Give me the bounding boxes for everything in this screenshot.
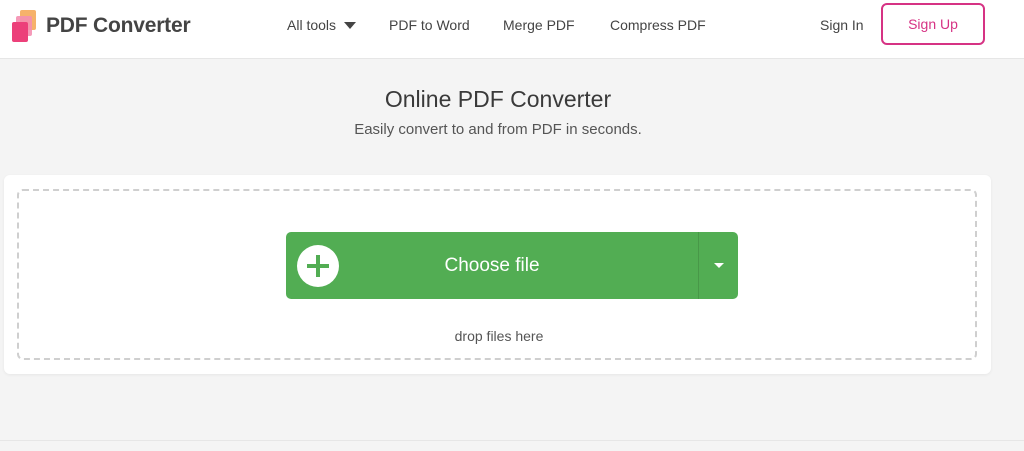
caret-down-icon (344, 21, 357, 29)
sign-up-label: Sign Up (908, 16, 958, 32)
drop-zone[interactable]: Choose file drop files here (17, 189, 977, 360)
footer-divider (0, 440, 1024, 441)
drop-files-hint: drop files here (454, 328, 544, 344)
nav-all-tools[interactable]: All tools (287, 0, 357, 50)
nav-merge-pdf[interactable]: Merge PDF (503, 0, 575, 50)
nav-compress-pdf-label: Compress PDF (610, 17, 706, 33)
logo-icon (12, 10, 40, 42)
sign-up-button[interactable]: Sign Up (881, 3, 985, 45)
page-title: Online PDF Converter (384, 86, 612, 112)
logo-link[interactable]: PDF Converter (12, 9, 192, 43)
choose-file-button[interactable]: Choose file (286, 232, 738, 299)
nav-pdf-to-word-label: PDF to Word (389, 17, 470, 33)
nav-merge-pdf-label: Merge PDF (503, 17, 575, 33)
choose-file-dropdown[interactable] (699, 232, 738, 299)
nav-all-tools-label: All tools (287, 17, 337, 33)
page-subtitle: Easily convert to and from PDF in second… (354, 121, 642, 138)
nav-pdf-to-word[interactable]: PDF to Word (389, 0, 470, 50)
top-header: PDF Converter All tools PDF to Word Merg… (0, 0, 1024, 59)
choose-file-label: Choose file (444, 254, 540, 276)
upload-card: Choose file drop files here (4, 175, 991, 374)
sign-in-label: Sign In (820, 17, 864, 33)
caret-down-icon (713, 263, 724, 268)
logo-text: PDF Converter (46, 14, 191, 37)
nav-compress-pdf[interactable]: Compress PDF (610, 0, 706, 50)
sign-in-link[interactable]: Sign In (820, 0, 864, 50)
